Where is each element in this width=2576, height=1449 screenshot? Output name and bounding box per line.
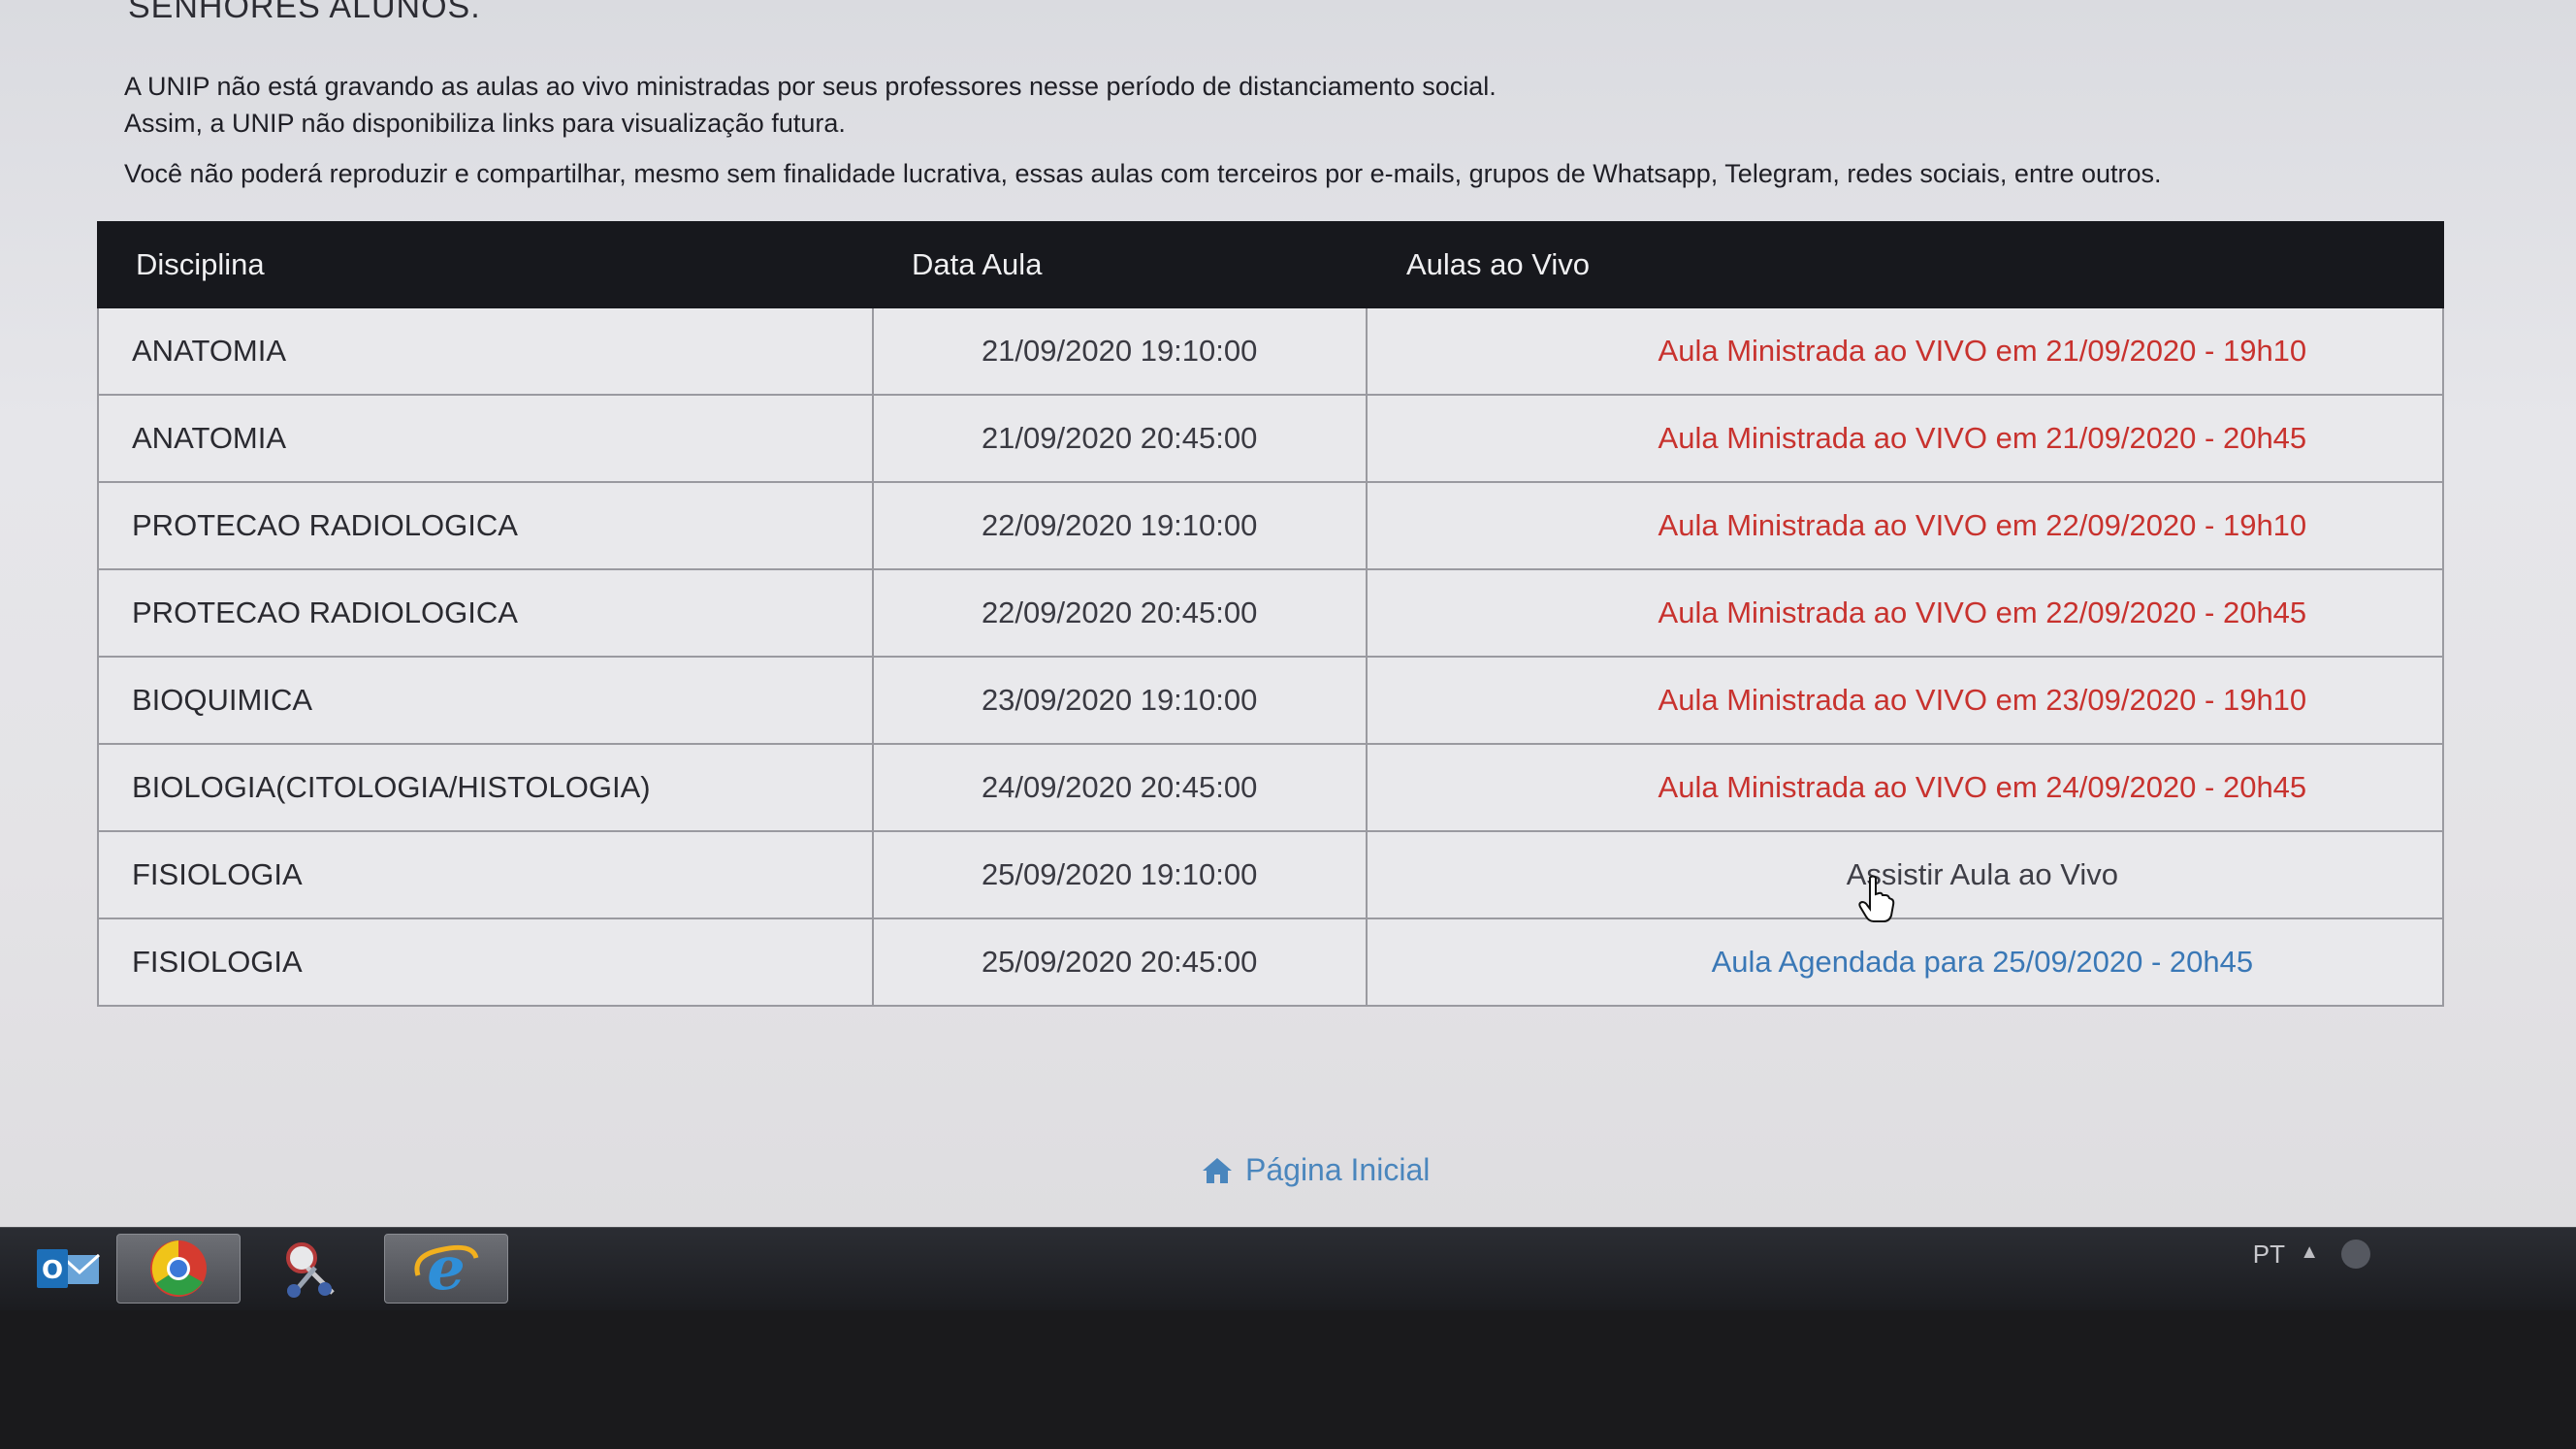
notice-line: A UNIP não está gravando as aulas ao viv… [124, 72, 1497, 101]
language-indicator[interactable]: PT [2253, 1240, 2285, 1270]
table-row: ANATOMIA 21/09/2020 20:45:00 Aula Minist… [97, 396, 2444, 483]
table-row: BIOLOGIA(CITOLOGIA/HISTOLOGIA) 24/09/202… [97, 745, 2444, 832]
chrome-icon [150, 1240, 207, 1297]
home-page-link[interactable]: Página Inicial [1201, 1152, 1430, 1188]
header-date: Data Aula [912, 247, 1043, 281]
table-row: FISIOLOGIA 25/09/2020 19:10:00 Assistir … [97, 832, 2444, 919]
page-heading: SENHORES ALUNOS. [128, 0, 481, 25]
notice-line: Você não poderá reproduzir e compartilha… [124, 159, 2162, 188]
internet-explorer-icon: e [414, 1237, 479, 1301]
table-header: Disciplina Data Aula Aulas ao Vivo [97, 221, 2444, 308]
ie-taskbar-button[interactable]: e [384, 1234, 508, 1304]
table-row: ANATOMIA 21/09/2020 19:10:00 Aula Minist… [97, 308, 2444, 396]
table-row: FISIOLOGIA 25/09/2020 20:45:00 Aula Agen… [97, 919, 2444, 1007]
network-icon[interactable] [2341, 1240, 2370, 1269]
cell-discipline: BIOLOGIA(CITOLOGIA/HISTOLOGIA) [99, 745, 874, 830]
header-live: Aulas ao Vivo [1406, 247, 1590, 281]
snipping-tool-icon [286, 1242, 335, 1298]
cell-live-status: Aula Ministrada ao VIVO em 22/09/2020 - … [1658, 508, 2307, 542]
cell-date: 22/09/2020 19:10:00 [874, 483, 1368, 568]
outlook-icon: O [37, 1249, 101, 1288]
cell-date: 21/09/2020 19:10:00 [874, 308, 1368, 394]
notice-line: Assim, a UNIP não disponibiliza links pa… [124, 109, 846, 138]
cell-discipline: PROTECAO RADIOLOGICA [99, 483, 874, 568]
table-row: PROTECAO RADIOLOGICA 22/09/2020 19:10:00… [97, 483, 2444, 570]
cell-live-status: Aula Ministrada ao VIVO em 24/09/2020 - … [1658, 770, 2307, 804]
live-classes-table: Disciplina Data Aula Aulas ao Vivo ANATO… [97, 221, 2444, 1007]
outlook-taskbar-button[interactable]: O [6, 1234, 130, 1304]
cell-discipline: BIOQUIMICA [99, 658, 874, 743]
cell-date: 22/09/2020 20:45:00 [874, 570, 1368, 656]
cell-date: 24/09/2020 20:45:00 [874, 745, 1368, 830]
cell-date: 25/09/2020 19:10:00 [874, 832, 1368, 918]
show-hidden-icons-icon[interactable]: ▲ [2300, 1241, 2319, 1264]
table-row: BIOQUIMICA 23/09/2020 19:10:00 Aula Mini… [97, 658, 2444, 745]
table-row: PROTECAO RADIOLOGICA 22/09/2020 20:45:00… [97, 570, 2444, 658]
hand-cursor-icon [1858, 875, 1895, 922]
browser-viewport: SENHORES ALUNOS. A UNIP não está gravand… [0, 0, 2576, 1227]
snipping-tool-taskbar-button[interactable] [248, 1234, 372, 1304]
watch-live-link[interactable]: Assistir Aula ao Vivo [1368, 832, 2442, 918]
cell-scheduled-status: Aula Agendada para 25/09/2020 - 20h45 [1711, 945, 2254, 979]
windows-taskbar: O e PT ▲ [0, 1227, 2576, 1310]
svg-text:O: O [42, 1256, 63, 1285]
cell-date: 25/09/2020 20:45:00 [874, 919, 1368, 1005]
chrome-taskbar-button[interactable] [116, 1234, 241, 1304]
home-icon [1203, 1157, 1232, 1183]
header-discipline: Disciplina [136, 247, 265, 281]
home-link-label: Página Inicial [1245, 1152, 1431, 1187]
cell-live-status: Aula Ministrada ao VIVO em 21/09/2020 - … [1658, 421, 2307, 455]
cell-discipline: FISIOLOGIA [99, 919, 874, 1005]
cell-discipline: FISIOLOGIA [99, 832, 874, 918]
cell-discipline: ANATOMIA [99, 308, 874, 394]
cell-date: 21/09/2020 20:45:00 [874, 396, 1368, 481]
cell-live-status: Aula Ministrada ao VIVO em 22/09/2020 - … [1658, 596, 2307, 629]
cell-live-status: Aula Ministrada ao VIVO em 23/09/2020 - … [1658, 683, 2307, 717]
cell-discipline: ANATOMIA [99, 396, 874, 481]
cell-date: 23/09/2020 19:10:00 [874, 658, 1368, 743]
cell-live-status: Aula Ministrada ao VIVO em 21/09/2020 - … [1658, 334, 2307, 368]
cell-discipline: PROTECAO RADIOLOGICA [99, 570, 874, 656]
